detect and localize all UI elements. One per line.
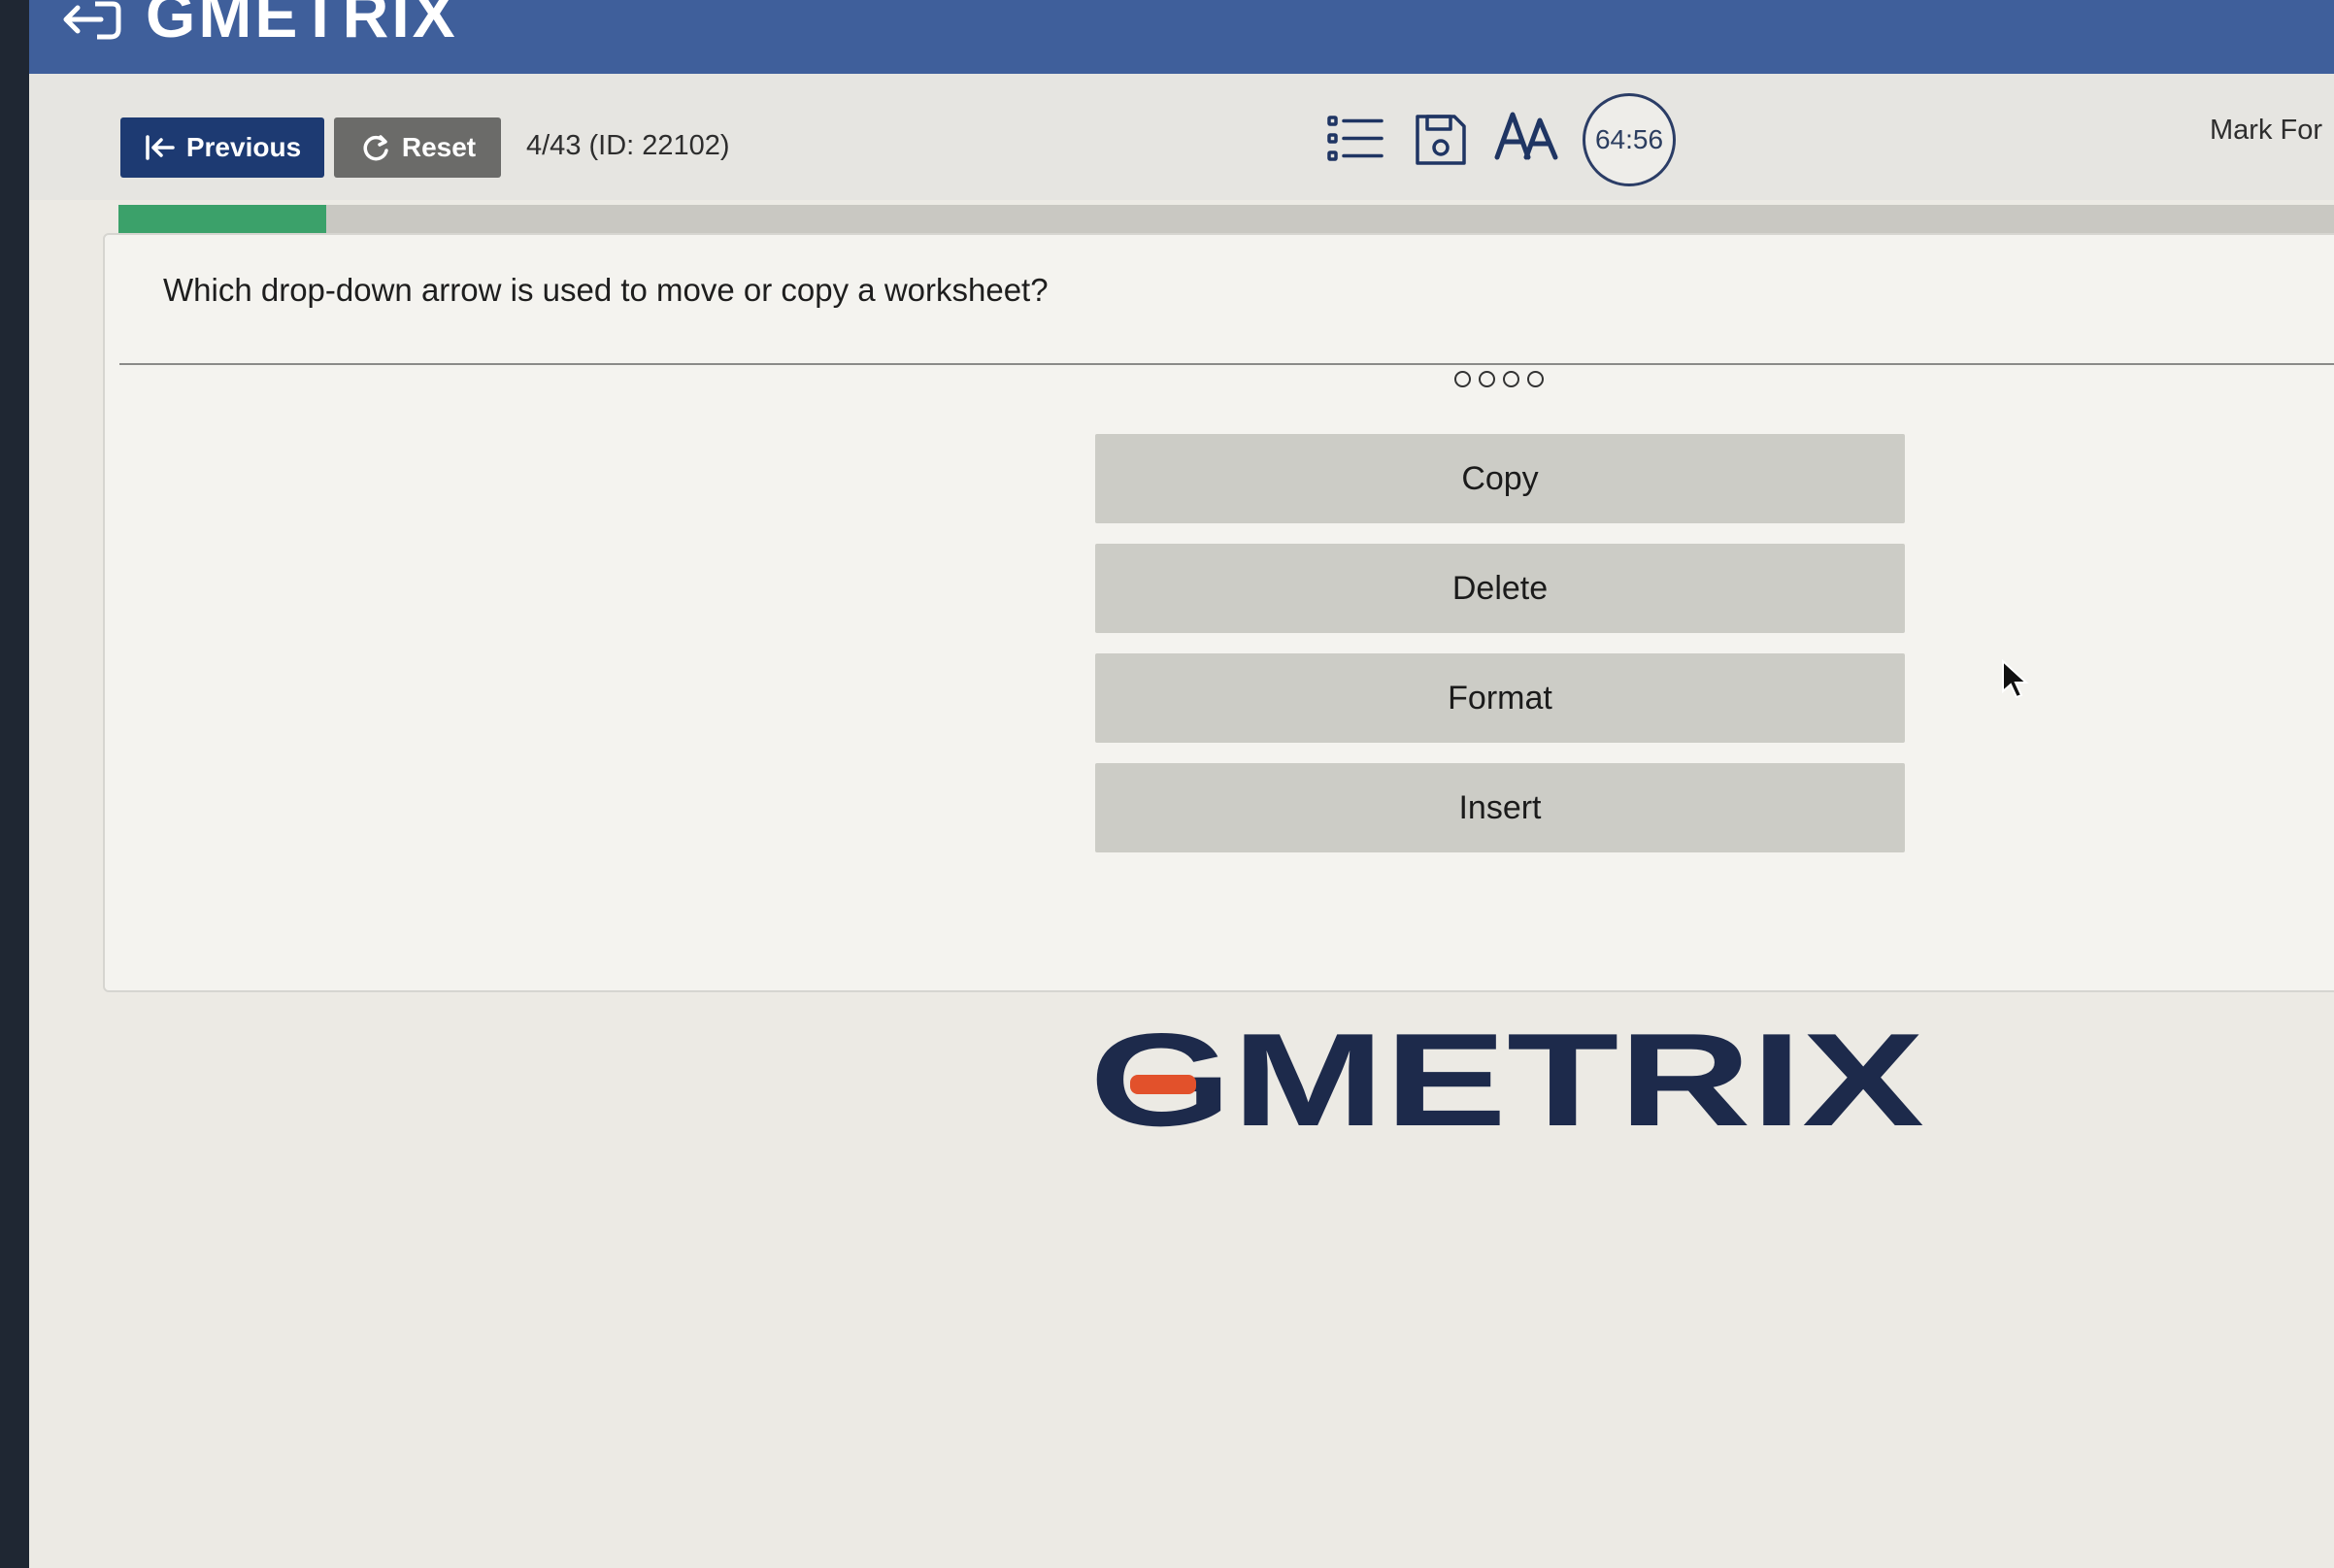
logo-wordmark: GMETRIX [1089, 1024, 1924, 1141]
reset-icon [363, 135, 388, 161]
reset-button[interactable]: Reset [334, 117, 501, 178]
drag-dot-icon [1527, 371, 1544, 387]
previous-label: Previous [185, 132, 302, 162]
answer-option-copy[interactable]: Copy [1095, 434, 1905, 523]
save-icon[interactable] [1414, 113, 1468, 167]
exit-icon[interactable] [58, 0, 122, 49]
list-icon[interactable] [1326, 113, 1384, 165]
first-arrow-icon [146, 135, 175, 160]
drag-dot-icon [1454, 371, 1471, 387]
question-text: Which drop-down arrow is used to move or… [163, 272, 1049, 308]
answer-option-format[interactable]: Format [1095, 653, 1905, 743]
answer-option-delete[interactable]: Delete [1095, 544, 1905, 633]
drag-handle[interactable] [1454, 371, 1544, 387]
brand-logo: GMETRIX [1089, 1024, 1924, 1141]
font-size-icon[interactable] [1493, 109, 1559, 163]
drag-dot-icon [1503, 371, 1519, 387]
mouse-cursor-icon [2002, 658, 2029, 699]
answer-option-insert[interactable]: Insert [1095, 763, 1905, 852]
reset-label: Reset [401, 132, 477, 162]
exam-screen: GMETRIX Previous Reset 4/43 (ID: 22102) [29, 0, 2334, 1568]
divider [119, 363, 2334, 365]
drag-dot-icon [1479, 371, 1495, 387]
previous-button[interactable]: Previous [120, 117, 324, 178]
logo-accent [1130, 1075, 1196, 1094]
header-bar: GMETRIX [29, 0, 2334, 74]
header-logo: GMETRIX [146, 0, 458, 50]
progress-bar [118, 205, 2334, 234]
progress-fill [118, 205, 326, 234]
question-panel: Which drop-down arrow is used to move or… [103, 233, 2334, 992]
toolbar: Previous Reset 4/43 (ID: 22102) 64:56 Ma… [29, 74, 2334, 200]
mark-for-review[interactable]: Mark For [2210, 115, 2322, 147]
question-counter: 4/43 (ID: 22102) [526, 130, 730, 161]
timer: 64:56 [1583, 93, 1676, 186]
